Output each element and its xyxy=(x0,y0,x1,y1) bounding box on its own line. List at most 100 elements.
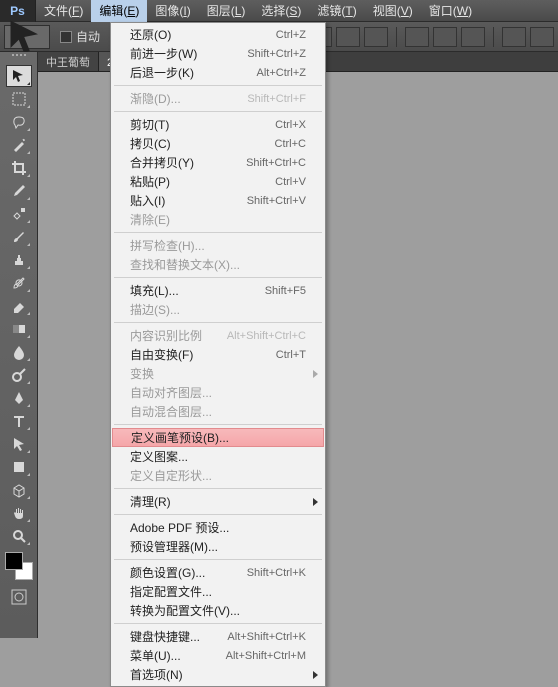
menu-item-shortcut: Shift+Ctrl+F xyxy=(247,93,306,105)
menu-item-label: 前进一步(W) xyxy=(130,45,231,62)
align-btn-4[interactable] xyxy=(405,27,429,47)
menu-item: 查找和替换文本(X)... xyxy=(112,255,324,274)
brush-tool[interactable] xyxy=(6,226,32,248)
menu-item[interactable]: 指定配置文件... xyxy=(112,582,324,601)
foreground-color-swatch[interactable] xyxy=(5,552,23,570)
menu-item[interactable]: 粘贴(P)Ctrl+V xyxy=(112,172,324,191)
path-selection-tool[interactable] xyxy=(6,433,32,455)
menu-item[interactable]: 还原(O) Ctrl+Z xyxy=(112,25,324,44)
menu-item[interactable]: 首选项(N) xyxy=(112,665,324,684)
healing-brush-tool[interactable] xyxy=(6,203,32,225)
menu-item[interactable]: 定义图案... xyxy=(112,447,324,466)
lasso-tool[interactable] xyxy=(6,111,32,133)
menu-item[interactable]: 转换为配置文件(V)... xyxy=(112,601,324,620)
menu-item-shortcut: Alt+Shift+Ctrl+K xyxy=(227,631,306,643)
move-tool[interactable] xyxy=(6,65,32,87)
menu-item-shortcut: Shift+F5 xyxy=(265,285,306,297)
history-brush-tool[interactable] xyxy=(6,272,32,294)
eyedropper-tool[interactable] xyxy=(6,180,32,202)
menu-item[interactable]: 清理(R) xyxy=(112,492,324,511)
menu-item-label: 拼写检查(H)... xyxy=(130,237,306,254)
menu-separator xyxy=(114,111,322,112)
align-btn-6[interactable] xyxy=(461,27,485,47)
menu-separator xyxy=(114,514,322,515)
menu-t[interactable]: 滤镜(T) xyxy=(309,0,364,22)
shape-tool[interactable] xyxy=(6,456,32,478)
menu-w[interactable]: 窗口(W) xyxy=(421,0,480,22)
menu-item-shortcut: Shift+Ctrl+C xyxy=(246,157,306,169)
hand-tool[interactable] xyxy=(6,502,32,524)
menu-item: 描边(S)... xyxy=(112,300,324,319)
quick-mask-toggle[interactable] xyxy=(6,586,32,608)
menu-item[interactable]: 拷贝(C) Ctrl+C xyxy=(112,134,324,153)
menu-item-label: 自动混合图层... xyxy=(130,403,306,420)
menu-item[interactable]: Adobe PDF 预设... xyxy=(112,518,324,537)
type-tool[interactable] xyxy=(6,410,32,432)
zoom-tool[interactable] xyxy=(6,525,32,547)
menu-item[interactable]: 定义画笔预设(B)... xyxy=(112,428,324,447)
menu-item[interactable]: 剪切(T)Ctrl+X xyxy=(112,115,324,134)
menu-item[interactable]: 预设管理器(M)... xyxy=(112,537,324,556)
menu-item[interactable]: 合并拷贝(Y) Shift+Ctrl+C xyxy=(112,153,324,172)
auto-select-checkbox[interactable]: 自动 xyxy=(60,28,100,45)
menu-l[interactable]: 图层(L) xyxy=(199,0,254,22)
blur-tool[interactable] xyxy=(6,341,32,363)
menu-item-label: 合并拷贝(Y) xyxy=(130,154,230,171)
dodge-tool[interactable] xyxy=(6,364,32,386)
3d-tool[interactable] xyxy=(6,479,32,501)
menu-item[interactable]: 前进一步(W) Shift+Ctrl+Z xyxy=(112,44,324,63)
document-tab[interactable]: 中王葡萄 xyxy=(38,52,99,71)
menu-s[interactable]: 选择(S) xyxy=(253,0,309,22)
eraser-tool[interactable] xyxy=(6,295,32,317)
gradient-tool[interactable] xyxy=(6,318,32,340)
menu-item-shortcut: Shift+Ctrl+V xyxy=(247,195,306,207)
menu-item[interactable]: 菜单(U)...Alt+Shift+Ctrl+M xyxy=(112,646,324,665)
menu-item[interactable]: 后退一步(K)Alt+Ctrl+Z xyxy=(112,63,324,82)
crop-tool-icon xyxy=(11,160,27,176)
current-tool-preset[interactable] xyxy=(4,25,50,49)
menu-item[interactable]: 键盘快捷键...Alt+Shift+Ctrl+K xyxy=(112,627,324,646)
menu-item: 定义自定形状... xyxy=(112,466,324,485)
distribute-btn-2[interactable] xyxy=(530,27,554,47)
menu-separator xyxy=(114,322,322,323)
menu-e[interactable]: 编辑(E) xyxy=(91,0,147,22)
menu-v[interactable]: 视图(V) xyxy=(365,0,421,22)
align-btn-5[interactable] xyxy=(433,27,457,47)
submenu-arrow-icon xyxy=(313,671,318,679)
menu-item-shortcut: Ctrl+C xyxy=(275,138,306,150)
menu-item[interactable]: 填充(L)...Shift+F5 xyxy=(112,281,324,300)
menu-item-label: 清除(E) xyxy=(130,211,306,228)
menu-separator xyxy=(114,232,322,233)
menu-item-label: Adobe PDF 预设... xyxy=(130,519,306,536)
color-swatches[interactable] xyxy=(5,552,33,580)
menu-item: 内容识别比例Alt+Shift+Ctrl+C xyxy=(112,326,324,345)
submenu-arrow-icon xyxy=(313,370,318,378)
menu-item-shortcut: Shift+Ctrl+Z xyxy=(247,48,306,60)
wand-tool-icon xyxy=(11,137,27,153)
menu-item[interactable]: 贴入(I)Shift+Ctrl+V xyxy=(112,191,324,210)
shape-tool-icon xyxy=(11,459,27,475)
3d-tool-icon xyxy=(11,482,27,498)
menu-item-label: 拷贝(C) xyxy=(130,135,259,152)
wand-tool[interactable] xyxy=(6,134,32,156)
menu-item-label: 还原(O) xyxy=(130,26,260,43)
menu-item: 自动混合图层... xyxy=(112,402,324,421)
menu-item-shortcut: Alt+Ctrl+Z xyxy=(256,67,306,79)
distribute-btn-1[interactable] xyxy=(502,27,526,47)
pen-tool[interactable] xyxy=(6,387,32,409)
menubar: Ps 文件(F)编辑(E)图像(I)图层(L)选择(S)滤镜(T)视图(V)窗口… xyxy=(0,0,558,22)
menu-item: 渐隐(D)...Shift+Ctrl+F xyxy=(112,89,324,108)
align-btn-3[interactable] xyxy=(364,27,388,47)
menu-item-label: 预设管理器(M)... xyxy=(130,538,306,555)
menu-item-shortcut: Ctrl+Z xyxy=(276,29,306,41)
menu-item[interactable]: 自由变换(F)Ctrl+T xyxy=(112,345,324,364)
menu-i[interactable]: 图像(I) xyxy=(147,0,198,22)
tab-title: 中王葡萄 xyxy=(46,54,90,70)
menu-item-shortcut: Shift+Ctrl+K xyxy=(247,567,306,579)
marquee-tool[interactable] xyxy=(6,88,32,110)
toolbox-handle[interactable] xyxy=(3,54,35,62)
crop-tool[interactable] xyxy=(6,157,32,179)
align-btn-2[interactable] xyxy=(336,27,360,47)
menu-item[interactable]: 颜色设置(G)...Shift+Ctrl+K xyxy=(112,563,324,582)
clone-stamp-tool[interactable] xyxy=(6,249,32,271)
